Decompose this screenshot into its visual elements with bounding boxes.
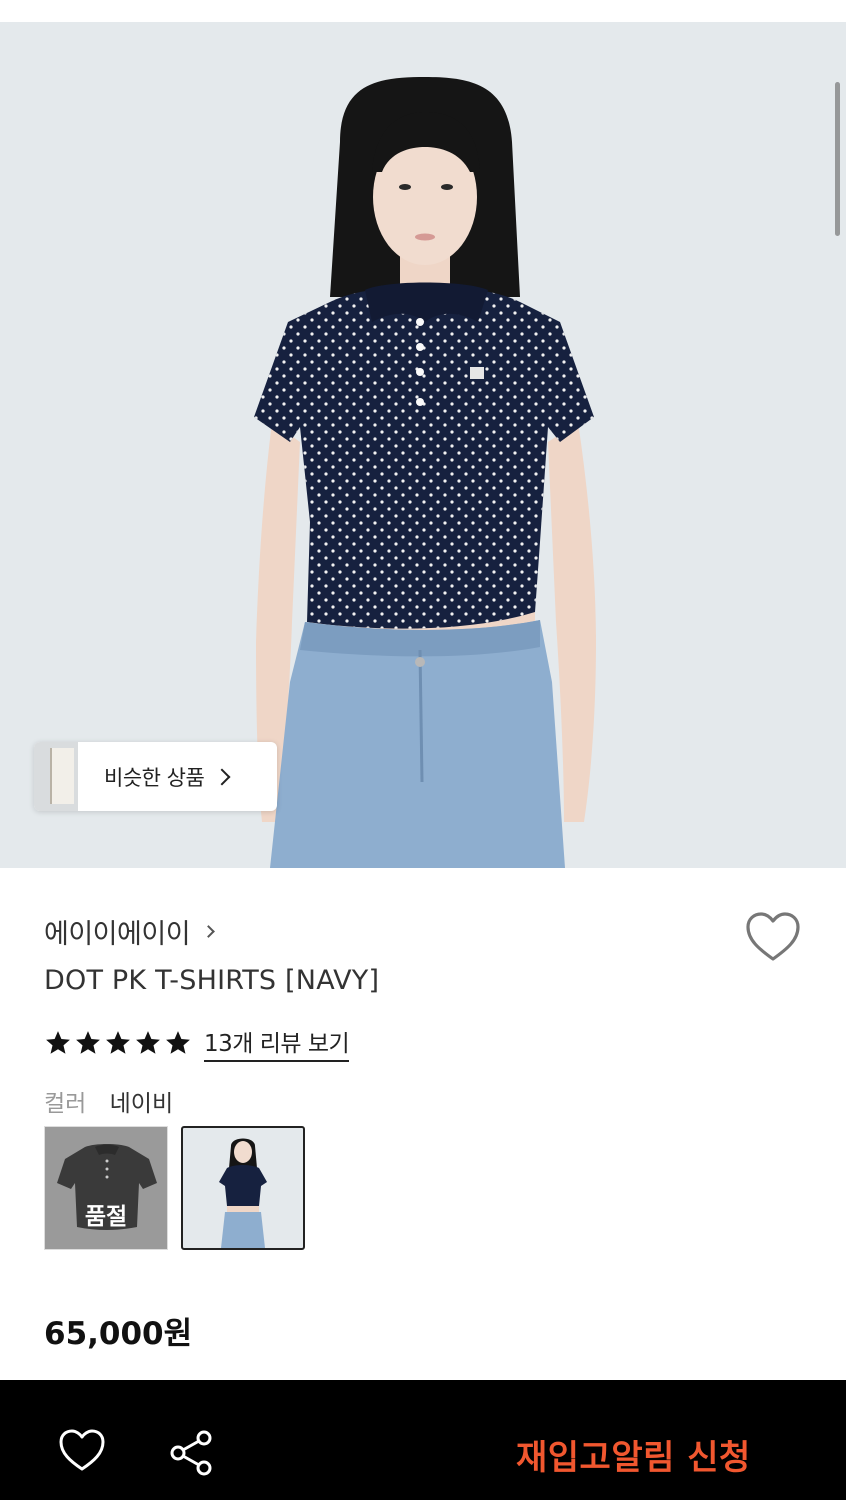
color-value: 네이비 (109, 1091, 174, 1117)
share-icon (170, 1430, 212, 1476)
brand-name: 에이이에이이 (44, 919, 191, 950)
star-icon (76, 1031, 100, 1054)
model-thumbnail (219, 1138, 267, 1248)
brand-link[interactable]: 에이이에이이 (44, 912, 215, 951)
soldout-label: 품절 (84, 1204, 128, 1230)
heart-icon (59, 1429, 105, 1471)
image-scrollbar[interactable] (835, 82, 840, 236)
star-icon (166, 1031, 190, 1054)
wishlist-button[interactable] (744, 910, 802, 964)
chevron-right-icon (213, 768, 231, 785)
color-row: 컬러 네이비 (44, 1084, 173, 1118)
chevron-right-icon (202, 925, 215, 938)
color-swatch-soldout[interactable]: 품절 (44, 1126, 168, 1250)
product-price: 65,000원 (44, 1316, 193, 1352)
color-label: 컬러 (44, 1091, 87, 1117)
color-swatch-navy[interactable] (181, 1126, 305, 1250)
heart-icon (746, 912, 800, 961)
top-strip (0, 0, 846, 22)
tshirt-thumbnail (57, 1144, 157, 1230)
similar-items-label: 비슷한 상품 (104, 765, 205, 790)
star-icon (46, 1031, 70, 1054)
bottom-wishlist-button[interactable] (58, 1428, 106, 1474)
rating-row: 13개 리뷰 보기 (44, 1024, 350, 1062)
similar-items-button[interactable]: 비슷한 상품 (34, 742, 277, 811)
review-link[interactable]: 13개 리뷰 보기 (204, 1024, 350, 1062)
rating-stars (44, 1029, 194, 1057)
restock-alert-button[interactable]: 재입고알림 신청 (516, 1430, 751, 1479)
star-icon (136, 1031, 160, 1054)
star-icon (106, 1031, 130, 1054)
similar-item-thumbnail (34, 742, 78, 811)
share-button[interactable] (168, 1428, 216, 1478)
product-title: DOT PK T-SHIRTS [NAVY] (44, 965, 380, 996)
